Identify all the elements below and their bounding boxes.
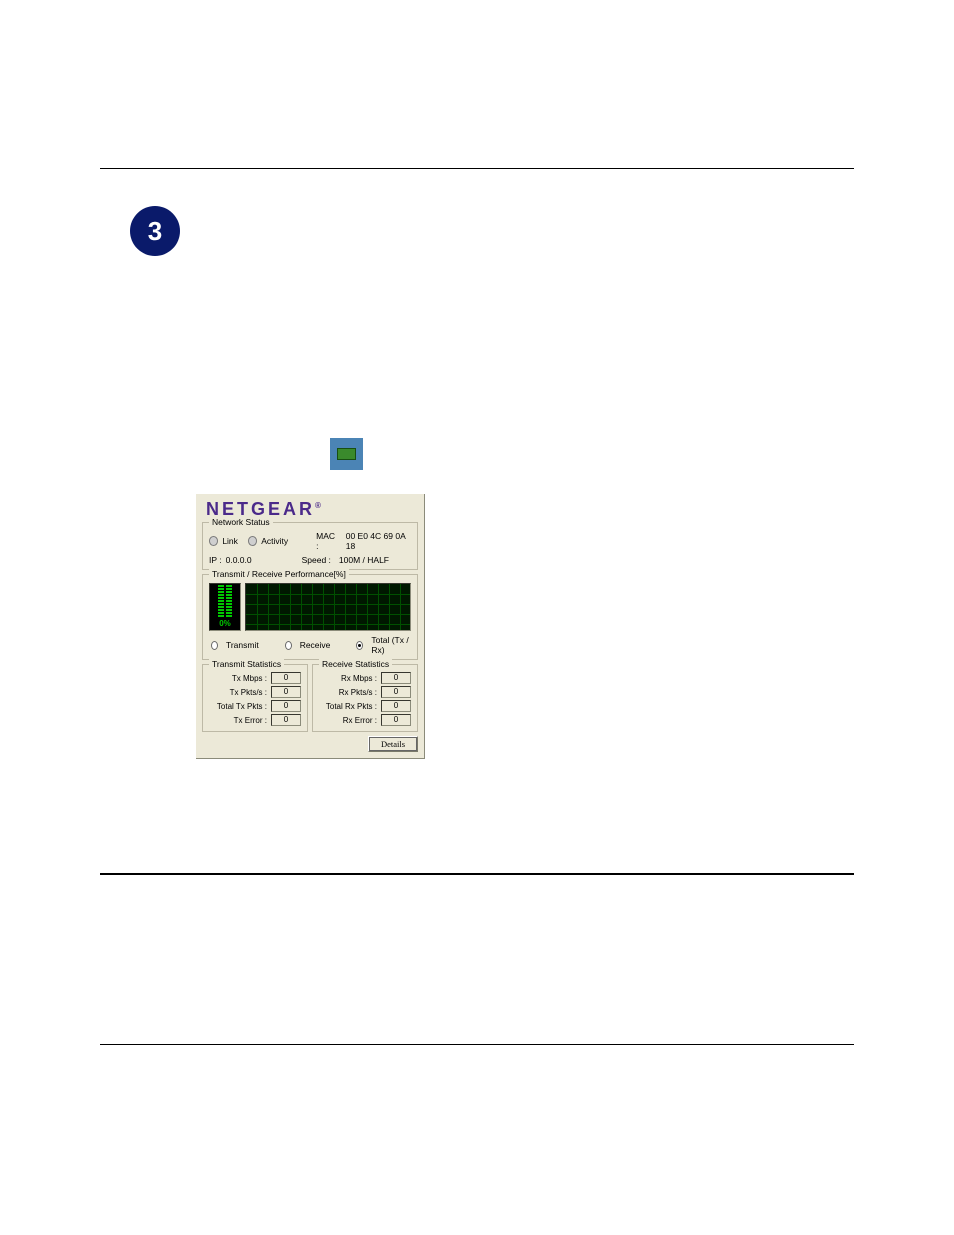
- meter-seg: [226, 588, 232, 590]
- details-button[interactable]: Details: [368, 736, 418, 752]
- meter-seg: [226, 600, 232, 602]
- meter-bar-left: [218, 585, 224, 617]
- rx-stat-value: 0: [381, 714, 411, 726]
- details-button-label: Details: [381, 739, 405, 749]
- graph-gridline-h: [246, 594, 410, 595]
- link-led-icon: [209, 536, 218, 546]
- radio-dot-icon: [358, 644, 361, 647]
- tx-stat-label: Tx Error :: [209, 716, 267, 725]
- tx-stat-label: Tx Mbps :: [209, 674, 267, 683]
- tx-stat-row: Tx Error : 0: [207, 713, 303, 727]
- meter-seg: [226, 597, 232, 599]
- rx-stat-label: Rx Mbps :: [319, 674, 377, 683]
- rx-stat-row: Total Rx Pkts : 0: [317, 699, 413, 713]
- transmit-stats-group: Transmit Statistics Tx Mbps :0Tx Pkts/s …: [202, 664, 308, 732]
- performance-graph: [245, 583, 411, 631]
- step-badge: 3: [130, 206, 180, 256]
- meter-seg: [218, 615, 224, 617]
- tx-stat-value: 0: [271, 686, 301, 698]
- transmit-stats-title: Transmit Statistics: [209, 659, 284, 669]
- ip-label: IP :: [209, 555, 222, 565]
- radio-receive[interactable]: [285, 641, 292, 650]
- receive-stats-group: Receive Statistics Rx Mbps :0Rx Pkts/s :…: [312, 664, 418, 732]
- rx-stat-row: Rx Mbps : 0: [317, 671, 413, 685]
- activity-label: Activity: [261, 536, 288, 546]
- stats-pair: Transmit Statistics Tx Mbps :0Tx Pkts/s …: [202, 664, 418, 732]
- logo-text: NETGEAR: [206, 499, 315, 519]
- meter-seg: [226, 606, 232, 608]
- tx-stat-row: Tx Mbps : 0: [207, 671, 303, 685]
- meter-seg: [226, 615, 232, 617]
- graph-gridline-h: [246, 624, 410, 625]
- tx-stat-value: 0: [271, 672, 301, 684]
- meter-seg: [226, 612, 232, 614]
- mac-value: 00 E0 4C 69 0A 18: [346, 531, 411, 551]
- meter-seg: [226, 585, 232, 587]
- meter-seg: [218, 606, 224, 608]
- ip-value: 0.0.0.0: [226, 555, 252, 565]
- meter-percent: 0%: [219, 619, 231, 630]
- network-status-group: Network Status Link Activity MAC : 00 E0…: [202, 522, 418, 570]
- rx-stat-label: Rx Pkts/s :: [319, 688, 377, 697]
- details-row: Details: [196, 734, 424, 756]
- tx-stat-row: Tx Pkts/s : 0: [207, 685, 303, 699]
- netgear-status-panel: NETGEAR® Network Status Link Activity MA…: [196, 494, 425, 759]
- network-status-row-1: Link Activity MAC : 00 E0 4C 69 0A 18: [207, 529, 413, 553]
- graph-gridline-h: [246, 604, 410, 605]
- meter-seg: [218, 588, 224, 590]
- performance-group: Transmit / Receive Performance[%] 0% Tra…: [202, 574, 418, 660]
- meter-seg: [218, 612, 224, 614]
- radio-transmit-label: Transmit: [226, 640, 259, 650]
- performance-meter: 0%: [209, 583, 241, 631]
- tx-stat-row: Total Tx Pkts : 0: [207, 699, 303, 713]
- meter-seg: [218, 594, 224, 596]
- network-status-row-2: IP : 0.0.0.0 Speed : 100M / HALF: [207, 553, 413, 565]
- meter-bar-right: [226, 585, 232, 617]
- rx-stat-value: 0: [381, 700, 411, 712]
- radio-receive-label: Receive: [300, 640, 331, 650]
- radio-transmit[interactable]: [211, 641, 218, 650]
- nic-chip-icon: [337, 448, 356, 460]
- tray-nic-icon: [330, 438, 363, 470]
- speed-label: Speed :: [302, 555, 331, 565]
- footer-rule: [100, 1044, 854, 1045]
- step-number: 3: [148, 218, 162, 244]
- network-status-title: Network Status: [209, 517, 273, 527]
- performance-title: Transmit / Receive Performance[%]: [209, 569, 349, 579]
- tx-stat-label: Tx Pkts/s :: [209, 688, 267, 697]
- meter-seg: [226, 594, 232, 596]
- tx-stat-label: Total Tx Pkts :: [209, 702, 267, 711]
- meter-seg: [218, 603, 224, 605]
- divider-rule-thick: [100, 873, 854, 875]
- activity-led-icon: [248, 536, 257, 546]
- meter-seg: [218, 600, 224, 602]
- radio-total[interactable]: [356, 641, 363, 650]
- performance-body: 0%: [207, 581, 413, 631]
- radio-total-label: Total (Tx / Rx): [371, 635, 409, 655]
- mac-label: MAC :: [316, 531, 338, 551]
- rx-stat-label: Total Rx Pkts :: [319, 702, 377, 711]
- rx-stat-value: 0: [381, 686, 411, 698]
- rx-stat-value: 0: [381, 672, 411, 684]
- speed-value: 100M / HALF: [339, 555, 389, 565]
- meter-seg: [226, 609, 232, 611]
- rx-stat-row: Rx Pkts/s : 0: [317, 685, 413, 699]
- meter-seg: [218, 597, 224, 599]
- meter-seg: [218, 585, 224, 587]
- graph-gridline-h: [246, 614, 410, 615]
- meter-seg: [226, 603, 232, 605]
- rx-stat-label: Rx Error :: [319, 716, 377, 725]
- receive-stats-title: Receive Statistics: [319, 659, 392, 669]
- logo-registered-mark: ®: [315, 501, 321, 510]
- meter-bars: [218, 585, 232, 619]
- performance-radios: Transmit Receive Total (Tx / Rx): [207, 631, 413, 655]
- header-rule: [100, 168, 854, 169]
- meter-seg: [218, 609, 224, 611]
- meter-seg: [218, 591, 224, 593]
- rx-stat-row: Rx Error : 0: [317, 713, 413, 727]
- tx-stat-value: 0: [271, 700, 301, 712]
- link-label: Link: [222, 536, 238, 546]
- meter-seg: [226, 591, 232, 593]
- tx-stat-value: 0: [271, 714, 301, 726]
